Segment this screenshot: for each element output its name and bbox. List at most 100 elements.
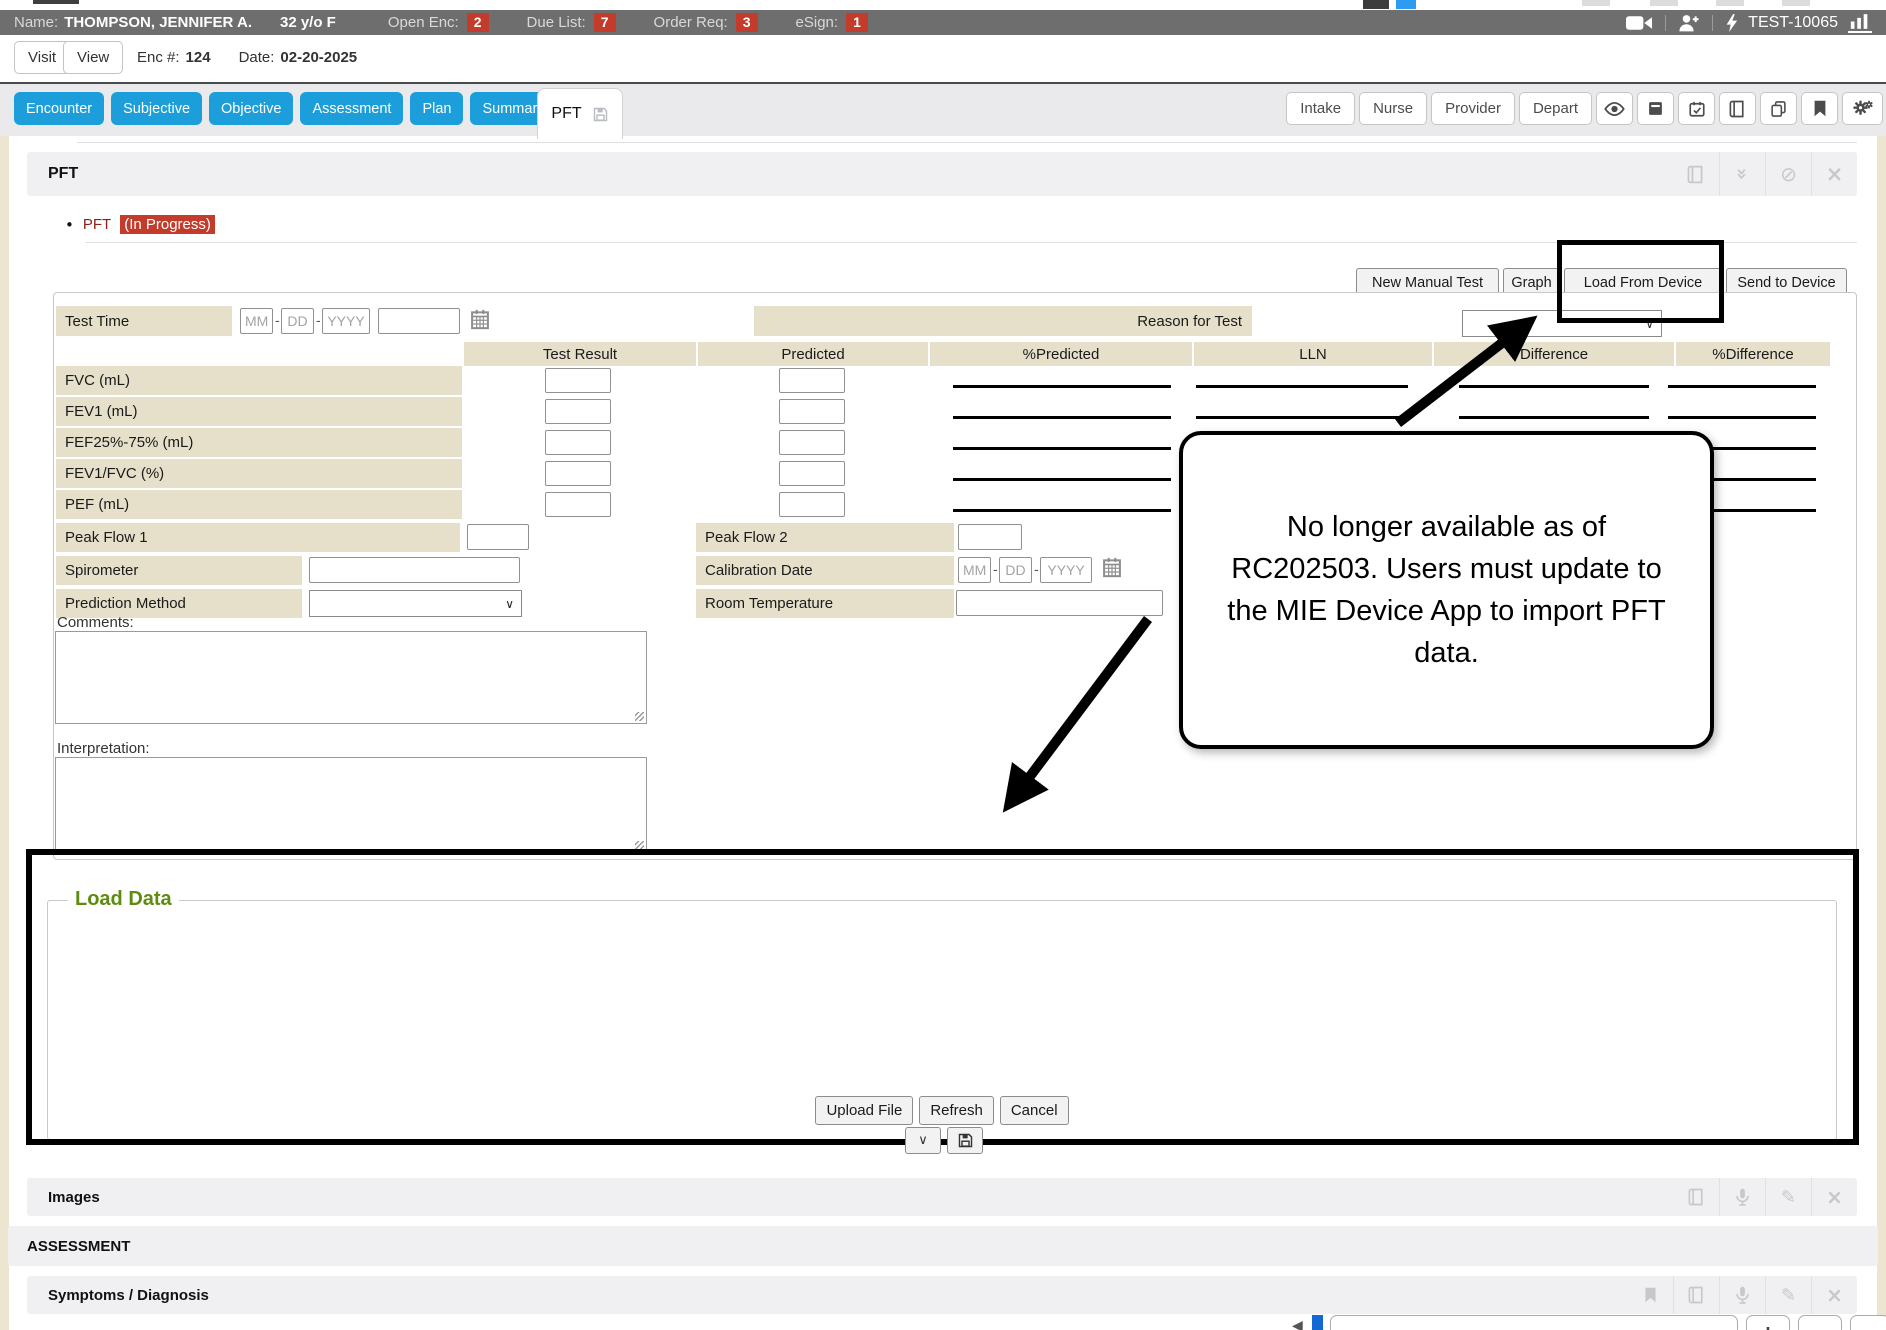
calibration-date-label-text: Calibration Date: [705, 562, 813, 579]
expand-section-button[interactable]: ∨: [905, 1127, 941, 1154]
order-req-badge[interactable]: 3: [736, 13, 758, 32]
save-icon[interactable]: [592, 106, 609, 123]
expand-diagnosis-button[interactable]: ∧: [1850, 1315, 1886, 1330]
edit-icon-button[interactable]: ✎: [1765, 1178, 1811, 1216]
close-icon: ×: [1826, 1283, 1843, 1307]
interpretation-textarea[interactable]: [55, 757, 647, 853]
add-diagnosis-button[interactable]: +: [1746, 1315, 1790, 1330]
bookmark-button[interactable]: [1801, 92, 1838, 125]
tab-subjective-label: Subjective: [123, 101, 190, 117]
tab-pft-active[interactable]: PFT: [537, 88, 623, 139]
room-temperature-input[interactable]: [956, 590, 1163, 616]
video-camera-icon[interactable]: [1626, 15, 1653, 31]
pft-document-link[interactable]: PFT: [83, 216, 111, 233]
divider: [1712, 15, 1713, 31]
comments-textarea[interactable]: [55, 631, 647, 724]
peak-flow-2-label-text: Peak Flow 2: [705, 529, 788, 546]
tab-assessment[interactable]: Assessment: [300, 92, 403, 125]
dictate-icon-button[interactable]: [1719, 1276, 1765, 1314]
calendar-check-icon: [1688, 100, 1706, 118]
test-time-time-input[interactable]: [378, 308, 460, 334]
spirometer-label-text: Spirometer: [65, 562, 138, 579]
lightning-bolt-icon[interactable]: [1725, 13, 1738, 33]
stat-open-enc[interactable]: Open Enc: 2: [388, 13, 489, 32]
fef-predicted-input[interactable]: [779, 430, 845, 455]
edit-icon-button[interactable]: ✎: [1765, 1276, 1811, 1314]
copy-encounter-button[interactable]: [1760, 92, 1797, 125]
calendar-picker-icon[interactable]: [470, 308, 490, 330]
journal-icon-button[interactable]: [1673, 1178, 1719, 1216]
pef-predicted-input[interactable]: [779, 492, 845, 517]
nurse-button[interactable]: Nurse: [1359, 92, 1427, 125]
provider-button[interactable]: Provider: [1431, 92, 1515, 125]
preview-eye-button[interactable]: [1596, 92, 1633, 125]
add-person-icon[interactable]: [1678, 13, 1700, 33]
due-list-badge[interactable]: 7: [594, 13, 616, 32]
calendar-picker-icon[interactable]: [1102, 556, 1122, 578]
open-enc-badge[interactable]: 2: [467, 13, 489, 32]
spirometer-input[interactable]: [309, 557, 520, 583]
chart-icon[interactable]: [1848, 13, 1872, 33]
close-icon-button[interactable]: ×: [1811, 152, 1857, 196]
browser-sliver: [1582, 0, 1610, 6]
fev1-test-result-input[interactable]: [545, 399, 611, 424]
column-header-difference: Difference: [1432, 342, 1674, 366]
test-time-day-input[interactable]: [281, 308, 314, 334]
view-button[interactable]: View: [63, 41, 123, 74]
diagnosis-search-box[interactable]: [1330, 1315, 1738, 1330]
journal-icon-button[interactable]: [1673, 1276, 1719, 1314]
prediction-method-select[interactable]: ∨: [309, 590, 522, 617]
calendar-button[interactable]: [1678, 92, 1715, 125]
close-icon: ×: [1826, 162, 1844, 186]
collapse-icon-button[interactable]: »: [1719, 152, 1765, 196]
close-icon-button[interactable]: ×: [1811, 1178, 1857, 1216]
intake-button[interactable]: Intake: [1286, 92, 1355, 125]
collapse-diagnosis-button[interactable]: ∨: [1798, 1315, 1842, 1330]
fev1-fvc-test-result-input[interactable]: [545, 461, 611, 486]
fef-test-result-input[interactable]: [545, 430, 611, 455]
archive-button[interactable]: [1637, 92, 1674, 125]
calibration-year-input[interactable]: [1040, 557, 1092, 583]
fev1-predicted-input[interactable]: [779, 399, 845, 424]
annotation-callout: No longer available as of RC202503. User…: [1179, 431, 1714, 749]
tab-subjective[interactable]: Subjective: [111, 92, 202, 125]
depart-button[interactable]: Depart: [1519, 92, 1592, 125]
bookmark-icon: [1813, 100, 1827, 117]
disable-icon-button[interactable]: ⊘: [1765, 152, 1811, 196]
intake-label: Intake: [1300, 100, 1341, 117]
column-header-predicted: Predicted: [696, 342, 928, 366]
peak-flow-2-input[interactable]: [958, 524, 1022, 550]
journal-button[interactable]: [1719, 92, 1756, 125]
stat-order-req[interactable]: Order Req: 3: [654, 13, 758, 32]
tab-objective[interactable]: Objective: [209, 92, 293, 125]
settings-button[interactable]: [1842, 92, 1883, 125]
pef-test-result-input[interactable]: [545, 492, 611, 517]
visit-button-label: Visit: [28, 49, 56, 66]
tab-plan[interactable]: Plan: [410, 92, 463, 125]
esign-badge[interactable]: 1: [846, 13, 868, 32]
stat-due-list[interactable]: Due List: 7: [527, 13, 616, 32]
test-time-month-input[interactable]: [240, 308, 273, 334]
back-arrow-icon[interactable]: ◀: [1292, 1318, 1303, 1330]
browser-sliver: [1363, 0, 1389, 9]
archive-box-icon: [1647, 100, 1664, 117]
resize-handle[interactable]: [635, 712, 644, 721]
close-icon-button[interactable]: ×: [1811, 1276, 1857, 1314]
calibration-day-input[interactable]: [999, 557, 1032, 583]
fvc-test-result-input[interactable]: [545, 368, 611, 393]
calibration-month-input[interactable]: [958, 557, 991, 583]
stat-esign[interactable]: eSign: 1: [796, 13, 868, 32]
journal-icon-button[interactable]: [1673, 152, 1719, 196]
bookmark-icon-button[interactable]: [1627, 1276, 1673, 1314]
fvc-predicted-input[interactable]: [779, 368, 845, 393]
tab-encounter[interactable]: Encounter: [14, 92, 104, 125]
date-label: Date:: [239, 49, 275, 66]
dictate-icon-button[interactable]: [1719, 1178, 1765, 1216]
fev1-fvc-predicted-input[interactable]: [779, 461, 845, 486]
save-section-button[interactable]: [947, 1127, 983, 1154]
visit-button[interactable]: Visit: [14, 41, 70, 74]
test-time-year-input[interactable]: [322, 308, 370, 334]
fev1-difference-field: [1459, 416, 1649, 419]
peak-flow-1-input[interactable]: [467, 524, 529, 550]
page-left-margin: [0, 136, 9, 1330]
